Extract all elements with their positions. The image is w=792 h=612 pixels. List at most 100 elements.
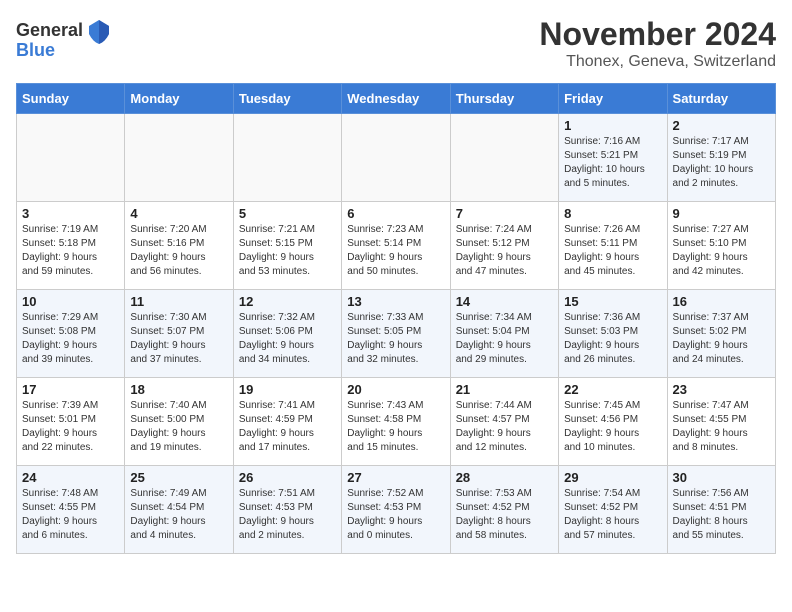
day-number: 22 [564, 382, 661, 397]
calendar-cell: 10Sunrise: 7:29 AM Sunset: 5:08 PM Dayli… [17, 290, 125, 378]
day-number: 7 [456, 206, 553, 221]
day-info: Sunrise: 7:45 AM Sunset: 4:56 PM Dayligh… [564, 399, 661, 455]
day-number: 5 [239, 206, 336, 221]
calendar-cell: 23 Sunrise: 7:47 AM Sunset: 4:55 PM Dayli… [667, 378, 775, 466]
title-block: November 2024 Thonex, Geneva, Switzerlan… [539, 16, 776, 71]
day-info: Sunrise: 7:49 AM Sunset: 4:54 PM Dayligh… [130, 487, 227, 543]
day-number: 24 [22, 470, 119, 485]
calendar-cell [450, 114, 558, 202]
calendar-cell: 4 Sunrise: 7:20 AM Sunset: 5:16 PM Daylig… [125, 202, 233, 290]
day-number: 9 [673, 206, 770, 221]
calendar-cell [17, 114, 125, 202]
day-number: 30 [673, 470, 770, 485]
day-info: Sunrise: 7:56 AM Sunset: 4:51 PM Dayligh… [673, 487, 770, 543]
calendar-cell: 13 Sunrise: 7:33 AM Sunset: 5:05 PM Dayli… [342, 290, 450, 378]
day-number: 29 [564, 470, 661, 485]
day-info: Sunrise: 7:26 AM Sunset: 5:11 PM Dayligh… [564, 223, 661, 279]
day-info: Sunrise: 7:32 AM Sunset: 5:06 PM Dayligh… [239, 311, 336, 367]
day-number: 14 [456, 294, 553, 309]
day-number: 25 [130, 470, 227, 485]
calendar-week-row: 3 Sunrise: 7:19 AM Sunset: 5:18 PM Daylig… [17, 202, 776, 290]
day-info: Sunrise: 7:44 AM Sunset: 4:57 PM Dayligh… [456, 399, 553, 455]
day-info: Sunrise: 7:34 AM Sunset: 5:04 PM Dayligh… [456, 311, 553, 367]
weekday-header-saturday: Saturday [667, 84, 775, 114]
calendar-cell [233, 114, 341, 202]
calendar-cell: 19 Sunrise: 7:41 AM Sunset: 4:59 PM Dayli… [233, 378, 341, 466]
location-title: Thonex, Geneva, Switzerland [539, 53, 776, 71]
calendar-cell: 26 Sunrise: 7:51 AM Sunset: 4:53 PM Dayli… [233, 466, 341, 554]
day-info: Sunrise: 7:52 AM Sunset: 4:53 PM Dayligh… [347, 487, 444, 543]
day-number: 26 [239, 470, 336, 485]
calendar-cell: 27 Sunrise: 7:52 AM Sunset: 4:53 PM Dayli… [342, 466, 450, 554]
calendar-cell: 25 Sunrise: 7:49 AM Sunset: 4:54 PM Dayli… [125, 466, 233, 554]
day-number: 10 [22, 294, 119, 309]
calendar-cell: 20 Sunrise: 7:43 AM Sunset: 4:58 PM Dayli… [342, 378, 450, 466]
day-info: Sunrise: 7:19 AM Sunset: 5:18 PM Dayligh… [22, 223, 119, 279]
calendar-cell: 28 Sunrise: 7:53 AM Sunset: 4:52 PM Dayli… [450, 466, 558, 554]
day-number: 11 [130, 294, 227, 309]
calendar-cell: 17 Sunrise: 7:39 AM Sunset: 5:01 PM Dayli… [17, 378, 125, 466]
calendar-cell: 2Sunrise: 7:17 AM Sunset: 5:19 PM Daylig… [667, 114, 775, 202]
day-info: Sunrise: 7:23 AM Sunset: 5:14 PM Dayligh… [347, 223, 444, 279]
day-info: Sunrise: 7:47 AM Sunset: 4:55 PM Dayligh… [673, 399, 770, 455]
weekday-header-sunday: Sunday [17, 84, 125, 114]
weekday-header-thursday: Thursday [450, 84, 558, 114]
day-number: 15 [564, 294, 661, 309]
calendar-cell: 8 Sunrise: 7:26 AM Sunset: 5:11 PM Daylig… [559, 202, 667, 290]
calendar-week-row: 1 Sunrise: 7:16 AM Sunset: 5:21 PM Daylig… [17, 114, 776, 202]
calendar-cell: 29Sunrise: 7:54 AM Sunset: 4:52 PM Dayli… [559, 466, 667, 554]
calendar-cell: 5 Sunrise: 7:21 AM Sunset: 5:15 PM Daylig… [233, 202, 341, 290]
day-number: 27 [347, 470, 444, 485]
logo: General Blue [16, 16, 113, 61]
day-info: Sunrise: 7:27 AM Sunset: 5:10 PM Dayligh… [673, 223, 770, 279]
calendar-cell: 15Sunrise: 7:36 AM Sunset: 5:03 PM Dayli… [559, 290, 667, 378]
weekday-header-friday: Friday [559, 84, 667, 114]
day-number: 23 [673, 382, 770, 397]
weekday-header-tuesday: Tuesday [233, 84, 341, 114]
logo-text-general: General [16, 20, 83, 41]
calendar-cell: 12 Sunrise: 7:32 AM Sunset: 5:06 PM Dayli… [233, 290, 341, 378]
day-info: Sunrise: 7:51 AM Sunset: 4:53 PM Dayligh… [239, 487, 336, 543]
logo-icon [85, 16, 113, 44]
day-info: Sunrise: 7:53 AM Sunset: 4:52 PM Dayligh… [456, 487, 553, 543]
calendar-cell: 7 Sunrise: 7:24 AM Sunset: 5:12 PM Daylig… [450, 202, 558, 290]
day-info: Sunrise: 7:39 AM Sunset: 5:01 PM Dayligh… [22, 399, 119, 455]
day-number: 13 [347, 294, 444, 309]
calendar-cell: 14 Sunrise: 7:34 AM Sunset: 5:04 PM Dayli… [450, 290, 558, 378]
day-number: 21 [456, 382, 553, 397]
calendar-table: SundayMondayTuesdayWednesdayThursdayFrid… [16, 83, 776, 554]
day-info: Sunrise: 7:24 AM Sunset: 5:12 PM Dayligh… [456, 223, 553, 279]
day-number: 28 [456, 470, 553, 485]
day-number: 6 [347, 206, 444, 221]
day-number: 17 [22, 382, 119, 397]
day-info: Sunrise: 7:30 AM Sunset: 5:07 PM Dayligh… [130, 311, 227, 367]
day-info: Sunrise: 7:37 AM Sunset: 5:02 PM Dayligh… [673, 311, 770, 367]
day-number: 4 [130, 206, 227, 221]
calendar-cell: 24 Sunrise: 7:48 AM Sunset: 4:55 PM Dayli… [17, 466, 125, 554]
day-info: Sunrise: 7:20 AM Sunset: 5:16 PM Dayligh… [130, 223, 227, 279]
calendar-week-row: 10Sunrise: 7:29 AM Sunset: 5:08 PM Dayli… [17, 290, 776, 378]
day-info: Sunrise: 7:48 AM Sunset: 4:55 PM Dayligh… [22, 487, 119, 543]
weekday-header-monday: Monday [125, 84, 233, 114]
calendar-cell: 22 Sunrise: 7:45 AM Sunset: 4:56 PM Dayli… [559, 378, 667, 466]
day-info: Sunrise: 7:21 AM Sunset: 5:15 PM Dayligh… [239, 223, 336, 279]
calendar-cell [125, 114, 233, 202]
calendar-cell: 11 Sunrise: 7:30 AM Sunset: 5:07 PM Dayli… [125, 290, 233, 378]
day-info: Sunrise: 7:33 AM Sunset: 5:05 PM Dayligh… [347, 311, 444, 367]
calendar-cell: 18Sunrise: 7:40 AM Sunset: 5:00 PM Dayli… [125, 378, 233, 466]
day-info: Sunrise: 7:16 AM Sunset: 5:21 PM Dayligh… [564, 135, 661, 191]
page-header: General Blue November 2024 Thonex, Genev… [16, 16, 776, 71]
day-number: 18 [130, 382, 227, 397]
calendar-cell: 21 Sunrise: 7:44 AM Sunset: 4:57 PM Dayli… [450, 378, 558, 466]
calendar-cell [342, 114, 450, 202]
day-info: Sunrise: 7:41 AM Sunset: 4:59 PM Dayligh… [239, 399, 336, 455]
day-number: 8 [564, 206, 661, 221]
calendar-cell: 16Sunrise: 7:37 AM Sunset: 5:02 PM Dayli… [667, 290, 775, 378]
day-number: 3 [22, 206, 119, 221]
month-title: November 2024 [539, 16, 776, 53]
day-number: 20 [347, 382, 444, 397]
day-number: 12 [239, 294, 336, 309]
day-number: 1 [564, 118, 661, 133]
day-info: Sunrise: 7:43 AM Sunset: 4:58 PM Dayligh… [347, 399, 444, 455]
day-number: 19 [239, 382, 336, 397]
